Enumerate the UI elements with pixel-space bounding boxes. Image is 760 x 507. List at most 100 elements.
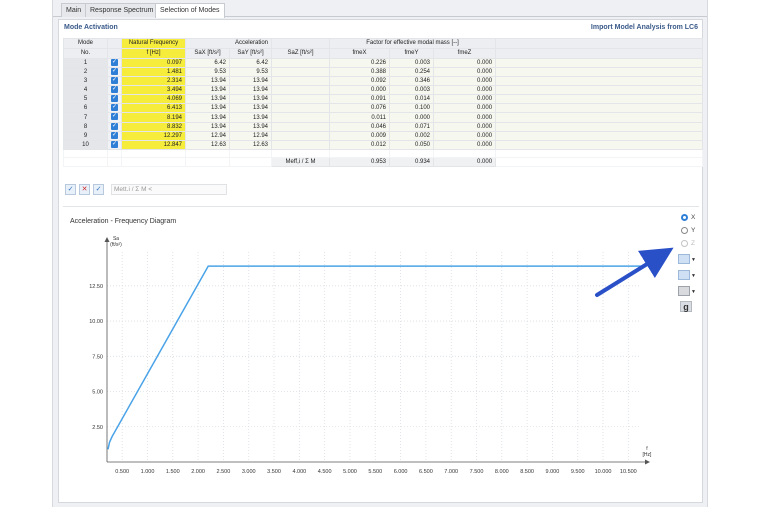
x-tick-label: 2.000 <box>191 469 205 475</box>
x-tick-label: 5.000 <box>343 469 357 475</box>
tab-main[interactable]: Main <box>61 3 87 17</box>
frequency-cell: 4.069 <box>121 94 186 105</box>
fmey-cell: 0.003 <box>389 85 434 96</box>
mode-active-checkbox[interactable]: ✓ <box>107 112 122 123</box>
sax-cell: 13.94 <box>185 85 230 96</box>
chevron-down-icon: ▼ <box>691 272 696 279</box>
import-model-analysis-link[interactable]: Import Model Analysis from LC6 <box>591 24 698 31</box>
checkmark-icon: ✓ <box>111 95 118 103</box>
saz-cell <box>271 57 330 69</box>
table-row[interactable]: 9 ✓ 12.297 12.94 12.94 0.009 0.002 0.000 <box>63 130 703 141</box>
y-axis-label: (ft/s²) <box>110 242 122 248</box>
filler-cell <box>495 121 703 132</box>
axis-settings-dropdown[interactable]: ▼ <box>678 254 698 265</box>
sum-fmex: 0.953 <box>329 157 390 168</box>
x-tick-label: 5.500 <box>368 469 382 475</box>
frequency-cell: 3.494 <box>121 85 186 96</box>
g-units-button[interactable]: g <box>680 301 692 312</box>
fmex-cell: 0.046 <box>329 121 390 132</box>
fmey-cell: 0.014 <box>389 94 434 105</box>
frequency-cell: 12.847 <box>121 139 186 150</box>
table-row[interactable]: 3 ✓ 2.314 13.94 13.94 0.092 0.346 0.000 <box>63 76 703 87</box>
sum-label: Meff,i / Σ M <box>271 157 330 168</box>
mode-active-checkbox[interactable]: ✓ <box>107 85 122 96</box>
y-tick-label: 10.00 <box>89 319 103 325</box>
table-row[interactable]: 1 ✓ 0.097 6.42 6.42 0.226 0.003 0.000 <box>63 57 703 69</box>
mett-filter-select[interactable]: Mett.i / Σ M < <box>111 184 227 195</box>
mode-active-checkbox[interactable]: ✓ <box>107 130 122 141</box>
fmez-cell: 0.000 <box>432 57 497 69</box>
print-dropdown[interactable]: ▼ <box>678 286 698 297</box>
say-cell: 12.63 <box>229 139 272 150</box>
header-mode: Mode <box>63 38 108 49</box>
chart-options-dropdown[interactable]: ▼ <box>678 270 698 281</box>
sax-cell: 6.42 <box>185 57 230 69</box>
y-axis-arrow <box>104 237 110 242</box>
fmex-cell: 0.009 <box>329 130 390 141</box>
header-fmex: fmeX <box>329 48 390 59</box>
x-tick-label: 3.000 <box>242 469 256 475</box>
fmez-cell: 0.000 <box>432 67 497 78</box>
table-row[interactable]: 4 ✓ 3.494 13.94 13.94 0.000 0.003 0.000 <box>63 85 703 96</box>
mode-active-checkbox[interactable]: ✓ <box>107 121 122 132</box>
table-row[interactable]: 8 ✓ 8.832 13.94 13.94 0.046 0.071 0.000 <box>63 121 703 132</box>
table-row[interactable]: 5 ✓ 4.069 13.94 13.94 0.091 0.014 0.000 <box>63 94 703 105</box>
header-say: SaY [ft/s²] <box>229 48 272 59</box>
direction-x-radio[interactable]: X <box>681 213 695 222</box>
mode-active-checkbox[interactable]: ✓ <box>107 94 122 105</box>
invert-selection-button[interactable]: ✓ <box>93 184 104 195</box>
mode-active-checkbox[interactable]: ✓ <box>107 139 122 150</box>
mode-active-checkbox[interactable]: ✓ <box>107 57 122 69</box>
header-freq-unit: f [Hz] <box>121 48 186 59</box>
direction-z-radio[interactable]: Z <box>681 239 695 248</box>
mode-number-cell: 5 <box>63 94 108 105</box>
saz-cell <box>271 76 330 87</box>
tab-response-spectrum[interactable]: Response Spectrum <box>85 3 159 17</box>
fmey-cell: 0.346 <box>389 76 434 87</box>
filler-cell <box>495 67 703 78</box>
y-tick-label: 7.50 <box>92 354 103 360</box>
checkmark-icon: ✓ <box>111 77 118 85</box>
fmex-cell: 0.091 <box>329 94 390 105</box>
mode-number-cell: 9 <box>63 130 108 141</box>
table-row[interactable]: 6 ✓ 6.413 13.94 13.94 0.076 0.100 0.000 <box>63 103 703 114</box>
frequency-cell: 8.832 <box>121 121 186 132</box>
fmey-cell: 0.100 <box>389 103 434 114</box>
x-axis-label: [Hz] <box>643 452 653 458</box>
filler-cell <box>495 57 703 69</box>
mode-active-checkbox[interactable]: ✓ <box>107 103 122 114</box>
select-all-button[interactable]: ✓ <box>65 184 76 195</box>
filler-cell <box>495 112 703 123</box>
sax-cell: 13.94 <box>185 76 230 87</box>
mode-activation-panel: Mode Activation Import Model Analysis fr… <box>58 19 703 503</box>
say-cell: 6.42 <box>229 57 272 69</box>
axis-settings-icon <box>678 254 690 264</box>
fmez-cell: 0.000 <box>432 130 497 141</box>
checkmark-icon: ✓ <box>111 122 118 130</box>
fmey-cell: 0.002 <box>389 130 434 141</box>
filler-cell <box>495 94 703 105</box>
tab-selection-of-modes[interactable]: Selection of Modes <box>155 3 225 18</box>
chevron-down-icon: ▼ <box>691 256 696 263</box>
fmex-cell: 0.076 <box>329 103 390 114</box>
mode-active-checkbox[interactable]: ✓ <box>107 76 122 87</box>
mode-number-cell: 1 <box>63 57 108 69</box>
table-row[interactable]: 7 ✓ 8.194 13.94 13.94 0.011 0.000 0.000 <box>63 112 703 123</box>
filler-cell <box>495 76 703 87</box>
deselect-all-button[interactable]: ✕ <box>79 184 90 195</box>
acceleration-frequency-diagram: 2.50 5.00 7.50 10.00 12.50 0.500 1.000 1.500 2.0… <box>63 206 699 500</box>
fmex-cell: 0.011 <box>329 112 390 123</box>
direction-y-radio[interactable]: Y <box>681 226 695 235</box>
x-tick-label: 10.500 <box>620 469 637 475</box>
table-row[interactable]: 10 ✓ 12.847 12.63 12.63 0.012 0.050 0.000 <box>63 139 703 150</box>
say-cell: 13.94 <box>229 121 272 132</box>
checkmark-icon: ✓ <box>111 113 118 121</box>
mode-active-checkbox[interactable]: ✓ <box>107 67 122 78</box>
x-tick-label: 8.000 <box>495 469 509 475</box>
header-fmez: fmeZ <box>432 48 497 59</box>
table-row[interactable]: 2 ✓ 1.481 9.53 9.53 0.388 0.254 0.000 <box>63 67 703 78</box>
x-tick-label: 2.500 <box>217 469 231 475</box>
frequency-cell: 1.481 <box>121 67 186 78</box>
chart-options-icon <box>678 270 690 280</box>
tab-bar: Main Response Spectrum Selection of Mode… <box>53 0 707 18</box>
